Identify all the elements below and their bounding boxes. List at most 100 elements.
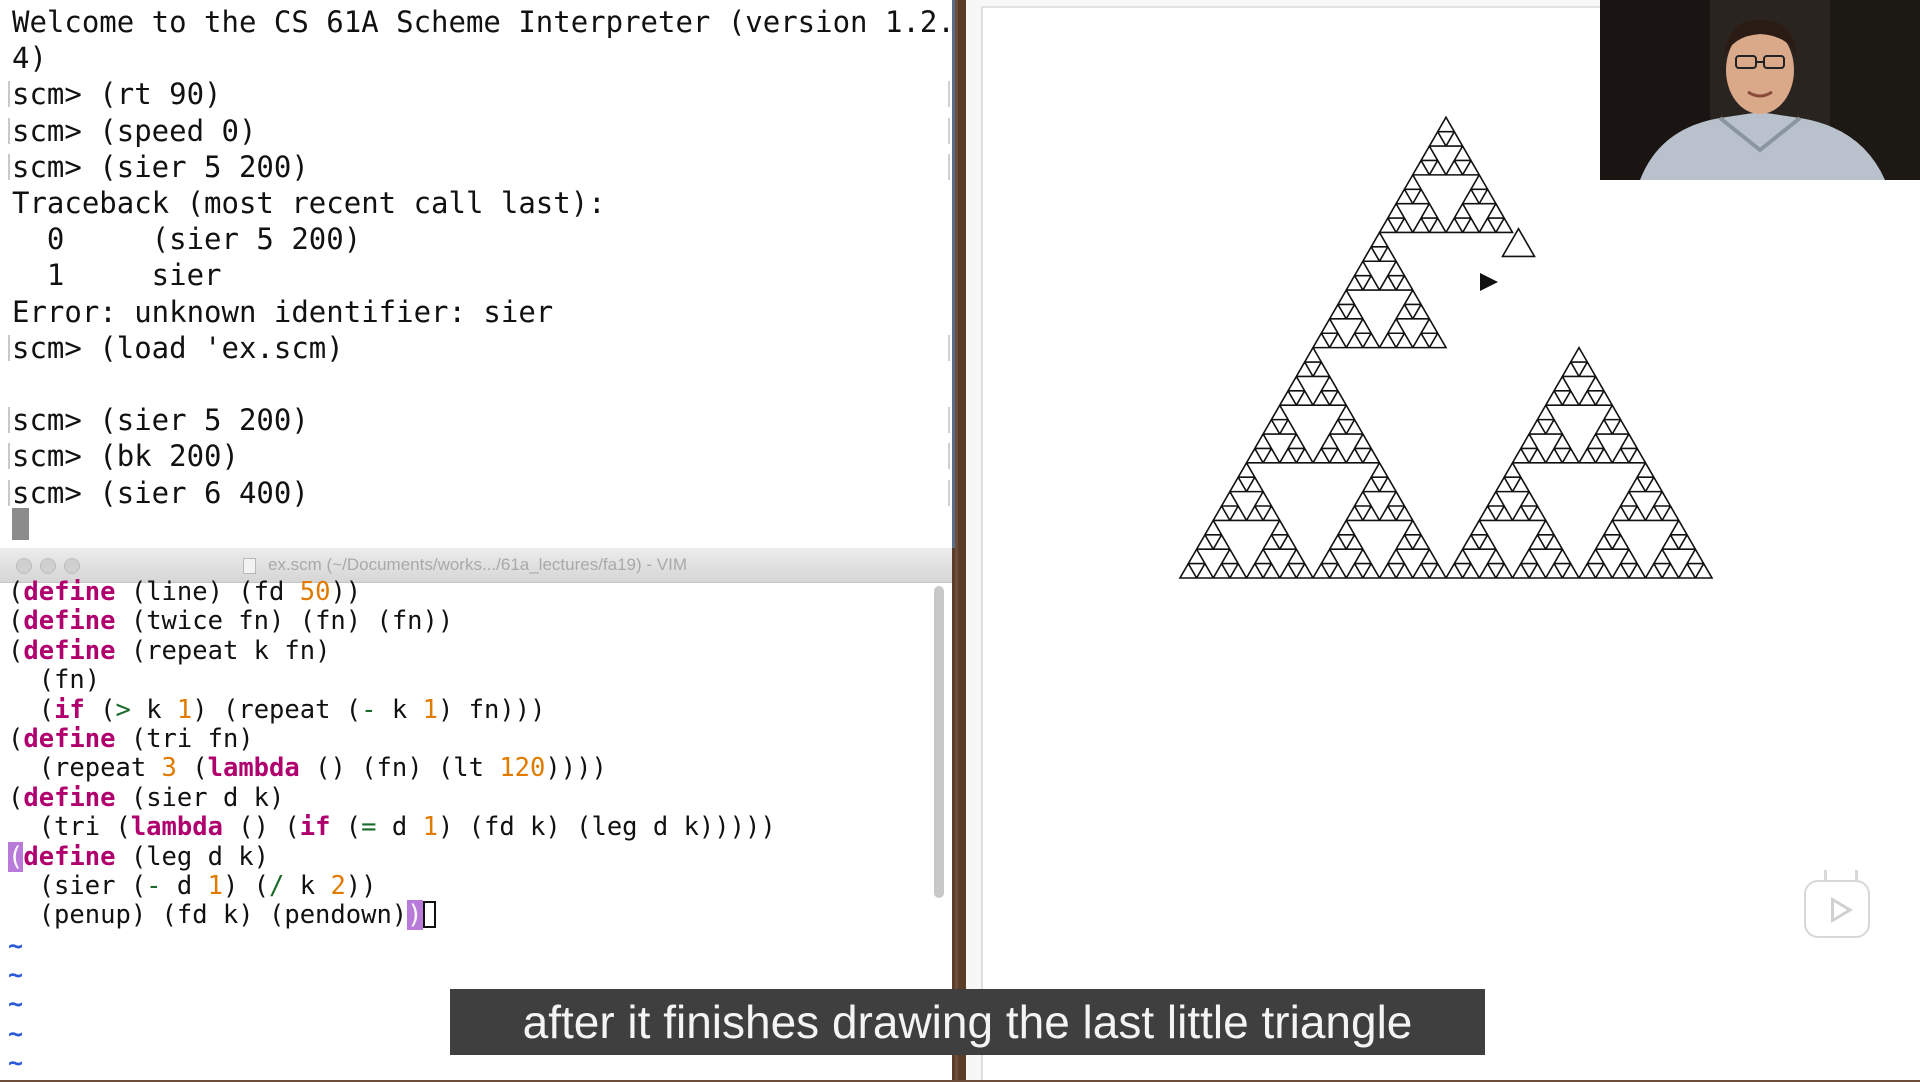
- code-line: (fn): [8, 665, 776, 695]
- close-window-button[interactable]: [16, 558, 32, 574]
- code-token: ) (fd k) (leg d k))))): [437, 812, 776, 843]
- code-token: (: [176, 753, 208, 784]
- prompt-margin-mark: [948, 443, 950, 470]
- code-token: 2: [330, 870, 346, 901]
- prompt-margin-mark: [948, 153, 950, 180]
- code-token: define: [23, 635, 116, 666]
- turtle-arrow-icon: [1480, 273, 1498, 291]
- terminal-line: Traceback (most recent call last):: [12, 186, 606, 220]
- code-token: )): [345, 870, 377, 901]
- code-token: (: [84, 694, 116, 725]
- subtitle-caption: after it finishes drawing the last littl…: [450, 989, 1485, 1055]
- prompt-margin-mark: [8, 443, 10, 470]
- code-token: (tri fn): [115, 723, 254, 754]
- code-token: define: [23, 723, 116, 754]
- terminal-line: scm> (bk 200): [12, 439, 239, 474]
- code-token: () (: [222, 812, 300, 843]
- code-line: (define (line) (fd 50)): [8, 577, 776, 607]
- code-token: (: [8, 577, 24, 607]
- code-line: (define (repeat k fn): [8, 635, 776, 666]
- code-token: (: [8, 635, 24, 666]
- code-token: (sier (: [8, 870, 147, 901]
- terminal-line: scm> (sier 5 200): [12, 149, 309, 184]
- code-line: (define (sier d k): [8, 782, 776, 813]
- code-token: define: [23, 606, 116, 637]
- code-line: (if (> k 1) (repeat (- k 1) fn))): [8, 694, 776, 725]
- tv-antenna-icon: [1824, 870, 1858, 882]
- prompt-margin-mark: [948, 407, 950, 434]
- code-token: -: [361, 694, 377, 725]
- code-token: (sier d k): [115, 782, 285, 813]
- vim-window-title: ex.scm (~/Documents/works.../61a_lecture…: [268, 555, 688, 574]
- prompt-margin-mark: [8, 334, 10, 361]
- code-token: (: [8, 606, 24, 637]
- code-token: )))): [545, 753, 607, 784]
- play-button[interactable]: [1804, 870, 1870, 938]
- code-token: 1: [207, 870, 223, 901]
- terminal-line: scm> (speed 0): [12, 113, 257, 148]
- prompt-margin-mark: [948, 117, 950, 144]
- code-token: ) (: [222, 870, 270, 901]
- terminal-line: scm> (load 'ex.scm): [12, 330, 344, 365]
- code-token: define: [23, 782, 116, 813]
- code-token: (: [8, 723, 24, 754]
- code-token: define: [23, 577, 116, 607]
- code-token: d: [161, 870, 208, 901]
- code-token: /: [269, 870, 285, 901]
- presenter-video: [1600, 0, 1920, 180]
- code-token: 1: [422, 812, 438, 843]
- code-line: (tri (lambda () (if (= d 1) (fd k) (leg …: [8, 812, 776, 843]
- prompt-margin-mark: [948, 81, 950, 108]
- presenter-image: [1600, 0, 1920, 180]
- code-token: (penup) (fd k) (pendown): [8, 900, 408, 931]
- scheme-terminal[interactable]: Welcome to the CS 61A Scheme Interpreter…: [0, 0, 955, 548]
- code-line: (define (tri fn): [8, 723, 776, 754]
- code-line: (define (twice fn) (fn) (fn)): [8, 607, 776, 636]
- code-token: (: [8, 694, 55, 725]
- code-line: (sier (- d 1) (/ k 2)): [8, 870, 776, 901]
- code-token: if: [299, 812, 331, 843]
- terminal-line: Welcome to the CS 61A Scheme Interpreter…: [12, 5, 955, 39]
- code-token: 3: [161, 753, 177, 784]
- code-token: d: [376, 812, 423, 843]
- sierpinski-path: [1178, 115, 1714, 579]
- code-token: 50: [299, 577, 331, 607]
- code-token: ) fn))): [437, 694, 546, 725]
- code-token: k: [376, 694, 423, 725]
- terminal-line: scm> (rt 90): [12, 77, 222, 112]
- document-icon: [243, 558, 256, 574]
- terminal-cursor: [12, 508, 29, 540]
- code-token: k: [130, 694, 177, 725]
- prompt-margin-mark: [8, 117, 10, 144]
- code-token: (leg d k): [115, 841, 270, 872]
- prompt-margin-mark: [8, 407, 10, 434]
- code-token: 1: [422, 694, 438, 725]
- prompt-margin-mark: [8, 81, 10, 108]
- terminal-line: 1 sier: [12, 258, 222, 293]
- code-token: (: [8, 841, 24, 872]
- vim-scrollbar[interactable]: [934, 586, 944, 898]
- code-token: lambda: [130, 812, 223, 843]
- code-line: (repeat 3 (lambda () (fn) (lt 120)))): [8, 754, 776, 783]
- code-token: define: [23, 841, 116, 872]
- code-token: () (fn) (lt: [299, 753, 500, 784]
- prompt-margin-mark: [948, 334, 950, 361]
- text-cursor: [422, 901, 436, 929]
- code-token: (repeat k fn): [115, 635, 331, 666]
- terminal-line: scm> (sier 5 200): [12, 403, 309, 438]
- code-token: (: [330, 812, 362, 843]
- terminal-line: 4): [12, 41, 47, 76]
- code-token: ) (repeat (: [192, 694, 362, 725]
- terminal-line: Error: unknown identifier: sier: [12, 294, 554, 329]
- prompt-margin-mark: [948, 479, 950, 506]
- minimize-window-button[interactable]: [40, 558, 56, 574]
- code-line: (define (leg d k): [8, 841, 776, 872]
- code-token: lambda: [207, 753, 300, 784]
- code-token: (repeat: [8, 753, 162, 784]
- prompt-margin-mark: [8, 479, 10, 506]
- empty-line-tilde: ~: [8, 960, 24, 990]
- zoom-window-button[interactable]: [64, 558, 80, 574]
- code-token: >: [115, 694, 131, 725]
- terminal-line: scm> (sier 6 400): [12, 475, 309, 510]
- code-token: 120: [499, 753, 546, 784]
